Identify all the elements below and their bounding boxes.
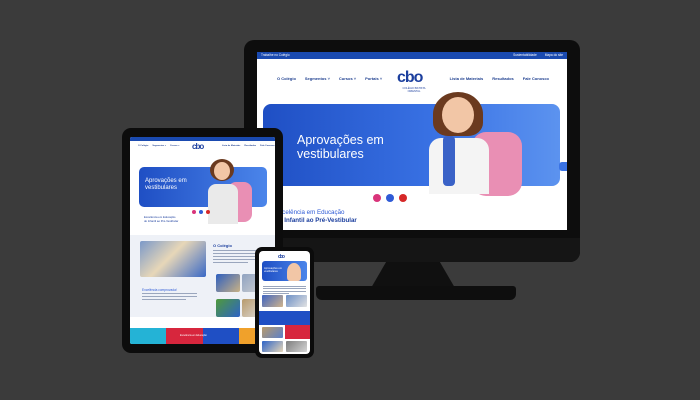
nav-item-colegio[interactable]: O Colégio — [277, 76, 296, 81]
phone-photo[interactable] — [286, 341, 307, 352]
facebook-icon[interactable] — [199, 210, 203, 214]
hero-title: Aprovações em vestibulares — [297, 133, 384, 161]
tablet-welcome-line-2: do Infantil ao Pré-Vestibular — [144, 218, 179, 223]
nav-item-segmentos[interactable]: Segmentos ˅ — [305, 76, 330, 81]
tablet-nav-left: O Colégio Segmentos ˅ Cursos ˅ — [138, 145, 179, 147]
tablet-student-face — [214, 162, 230, 180]
topbar-work-link[interactable]: Trabalhe no Colégio — [261, 52, 290, 59]
desktop-topbar: Trabalhe no Colégio Sustentabilidade Map… — [257, 52, 567, 59]
phone-photo[interactable] — [262, 327, 283, 338]
tablet-nav-item[interactable]: Cursos ˅ — [170, 145, 179, 147]
segment-card[interactable] — [130, 328, 167, 344]
tablet-topbar — [130, 137, 275, 141]
phone-logo[interactable]: cbo — [278, 254, 285, 260]
monitor-base — [316, 286, 516, 300]
topbar-sustainability-link[interactable]: Sustentabilidade — [513, 52, 537, 59]
nav-item-portais[interactable]: Portais ˅ — [365, 76, 382, 81]
welcome-line-1: Excelência em Educação — [275, 209, 345, 216]
tablet-welcome: Excelência em Educação do Infantil ao Pr… — [144, 215, 179, 223]
monitor-neck — [371, 262, 455, 288]
tablet-reason-title: Excelência comprovada! — [142, 288, 177, 292]
instagram-icon[interactable] — [373, 194, 381, 202]
tablet-section-title: O Colégio — [213, 243, 232, 248]
tablet-nav-item[interactable]: Resultados — [244, 145, 256, 147]
desktop-monitor: Trabalhe no Colégio Sustentabilidade Map… — [244, 40, 580, 262]
nav-item-materiais[interactable]: Lista de Materiais — [450, 76, 484, 81]
desktop-screen: Trabalhe no Colégio Sustentabilidade Map… — [257, 52, 567, 230]
tablet-screen: O Colégio Segmentos ˅ Cursos ˅ cbo Lista… — [130, 137, 275, 344]
phone-device: cbo Aprovações em vestibulares — [255, 247, 314, 358]
social-links — [373, 194, 407, 202]
mockup-stage: Trabalhe no Colégio Sustentabilidade Map… — [0, 0, 700, 400]
tablet-nav-item[interactable]: O Colégio — [138, 145, 148, 147]
phone-screen: cbo Aprovações em vestibulares — [259, 251, 310, 354]
phone-red-card[interactable] — [285, 325, 310, 339]
phone-hero-title: Aprovações em vestibulares — [264, 267, 283, 274]
phone-student — [287, 263, 301, 281]
tablet-logo[interactable]: cbo — [192, 142, 204, 151]
tablet-reason-paragraph — [142, 293, 197, 301]
phone-blue-band — [259, 311, 310, 325]
classroom-photo — [140, 241, 206, 277]
phone-photo[interactable] — [286, 295, 307, 307]
gallery-photo[interactable] — [216, 299, 240, 317]
tablet-nav-item[interactable]: Lista de Materiais — [222, 145, 240, 147]
student-shirt — [429, 138, 489, 194]
welcome-line-2: do Infantil ao Pré-Vestibular — [275, 217, 357, 224]
backpack-strap — [443, 136, 455, 186]
tablet-student-shirt — [208, 184, 238, 224]
youtube-icon[interactable] — [206, 210, 210, 214]
tablet-nav-right: Lista de Materiais Resultados Fale Conos… — [222, 145, 275, 147]
desktop-navbar: O Colégio Segmentos ˅ Cursos ˅ Portais ˅… — [257, 59, 567, 97]
phone-photo[interactable] — [262, 295, 283, 307]
topbar-sitemap-link[interactable]: Mapa do site — [545, 52, 563, 59]
tablet-hero-title: Aprovações em vestibulares — [145, 178, 187, 191]
tablet-nav-item[interactable]: Fale Conosco — [260, 145, 274, 147]
instagram-icon[interactable] — [192, 210, 196, 214]
site-logo[interactable]: cbo — [397, 69, 423, 87]
phone-photo[interactable] — [262, 341, 283, 352]
tablet-card-label: Excelência em Educação — [180, 334, 207, 337]
youtube-icon[interactable] — [399, 194, 407, 202]
tablet-nav-item[interactable]: Segmentos ˅ — [152, 145, 166, 147]
student-face — [442, 97, 474, 133]
nav-item-contato[interactable]: Fale Conosco — [523, 76, 549, 81]
nav-item-cursos[interactable]: Cursos ˅ — [339, 76, 356, 81]
nav-item-resultados[interactable]: Resultados — [492, 76, 514, 81]
tablet-social-links — [192, 210, 210, 214]
facebook-icon[interactable] — [386, 194, 394, 202]
segment-card[interactable] — [202, 328, 239, 344]
welcome-heading: Excelência em Educação do Infantil ao Pr… — [275, 209, 357, 225]
chat-icon[interactable] — [559, 162, 567, 171]
logo-subtitle: COLÉGIO BATISTA ORIENTAL — [402, 87, 426, 93]
gallery-photo[interactable] — [216, 274, 240, 292]
